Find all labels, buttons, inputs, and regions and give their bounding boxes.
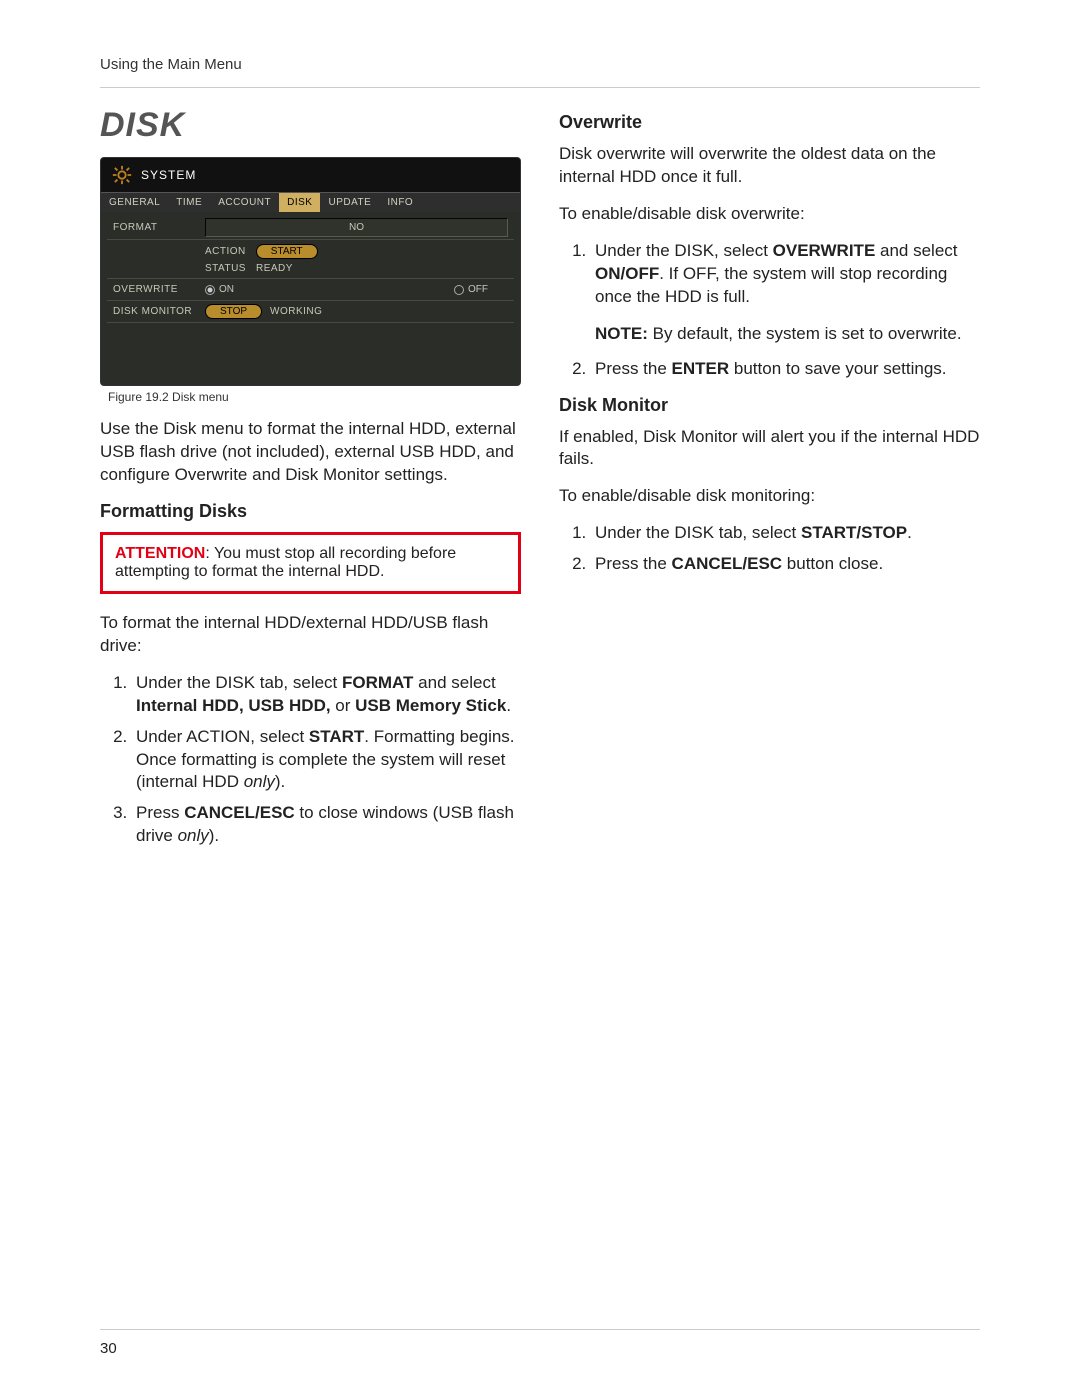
overwrite-step-2: Press the ENTER button to save your sett…	[591, 358, 980, 381]
tab-info[interactable]: INFO	[379, 193, 421, 212]
section-title: DISK	[100, 106, 521, 145]
overwrite-steps: Under the DISK, select OVERWRITE and sel…	[559, 240, 980, 309]
overwrite-steps-2: Press the ENTER button to save your sett…	[559, 358, 980, 381]
monitor-head: Disk Monitor	[559, 395, 980, 416]
row-overwrite: OVERWRITE ON OFF	[107, 279, 514, 301]
monitor-p1: If enabled, Disk Monitor will alert you …	[559, 426, 980, 472]
monitor-status: WORKING	[270, 306, 322, 317]
page: Using the Main Menu DISK SYSTEM GENERAL …	[0, 0, 1080, 1397]
row-action: ACTION START STATUS READY	[107, 240, 514, 279]
overwrite-head: Overwrite	[559, 112, 980, 133]
running-head: Using the Main Menu	[100, 56, 980, 73]
overwrite-step-1: Under the DISK, select OVERWRITE and sel…	[591, 240, 980, 309]
format-step-1: Under the DISK tab, select FORMAT and se…	[132, 672, 521, 718]
top-separator	[100, 87, 980, 88]
overwrite-note: NOTE: By default, the system is set to o…	[559, 323, 980, 346]
empty-area	[107, 323, 514, 379]
formatting-head: Formatting Disks	[100, 501, 521, 522]
monitor-p2: To enable/disable disk monitoring:	[559, 485, 980, 508]
radio-off[interactable]: OFF	[454, 284, 488, 295]
figure-caption: Figure 19.2 Disk menu	[108, 390, 521, 404]
tab-disk[interactable]: DISK	[279, 193, 320, 212]
monitor-step-1: Under the DISK tab, select START/STOP.	[591, 522, 980, 545]
label-overwrite: OVERWRITE	[107, 280, 199, 299]
tab-account[interactable]: ACCOUNT	[210, 193, 279, 212]
tab-time[interactable]: TIME	[168, 193, 210, 212]
monitor-step-2: Press the CANCEL/ESC button close.	[591, 553, 980, 576]
attention-label: ATTENTION	[115, 545, 205, 562]
overwrite-p2: To enable/disable disk overwrite:	[559, 203, 980, 226]
start-button[interactable]: START	[256, 244, 318, 259]
shot-header: SYSTEM	[101, 158, 520, 192]
columns: DISK SYSTEM GENERAL TIME ACCOUNT DISK UP…	[100, 106, 980, 1329]
format-lead: To format the internal HDD/external HDD/…	[100, 612, 521, 658]
shot-tabs: GENERAL TIME ACCOUNT DISK UPDATE INFO	[101, 192, 520, 212]
row-format: FORMAT NO	[107, 216, 514, 240]
format-select[interactable]: NO	[205, 218, 508, 237]
overwrite-p1: Disk overwrite will overwrite the oldest…	[559, 143, 980, 189]
status-value: READY	[256, 263, 293, 274]
format-step-2: Under ACTION, select START. Formatting b…	[132, 726, 521, 795]
label-status: STATUS	[205, 263, 246, 274]
row-monitor: DISK MONITOR STOP WORKING	[107, 301, 514, 323]
attention-box: ATTENTION: You must stop all recording b…	[100, 532, 521, 594]
format-step-3: Press CANCEL/ESC to close windows (USB f…	[132, 802, 521, 848]
left-column: DISK SYSTEM GENERAL TIME ACCOUNT DISK UP…	[100, 106, 521, 1329]
format-steps: Under the DISK tab, select FORMAT and se…	[100, 672, 521, 849]
label-action: ACTION	[205, 246, 246, 257]
stop-button[interactable]: STOP	[205, 304, 262, 319]
tab-general[interactable]: GENERAL	[101, 193, 168, 212]
label-format: FORMAT	[107, 218, 199, 237]
radio-on[interactable]: ON	[205, 284, 234, 295]
right-column: Overwrite Disk overwrite will overwrite …	[559, 106, 980, 1329]
page-number: 30	[100, 1340, 117, 1357]
shot-body: FORMAT NO ACTION START	[101, 212, 520, 385]
shot-title: SYSTEM	[141, 168, 196, 182]
label-monitor: DISK MONITOR	[107, 302, 199, 321]
tab-update[interactable]: UPDATE	[320, 193, 379, 212]
gear-icon	[111, 164, 133, 186]
disk-menu-screenshot: SYSTEM GENERAL TIME ACCOUNT DISK UPDATE …	[100, 157, 521, 386]
monitor-steps: Under the DISK tab, select START/STOP. P…	[559, 522, 980, 576]
disk-intro: Use the Disk menu to format the internal…	[100, 418, 521, 487]
footer: 30	[100, 1329, 980, 1357]
